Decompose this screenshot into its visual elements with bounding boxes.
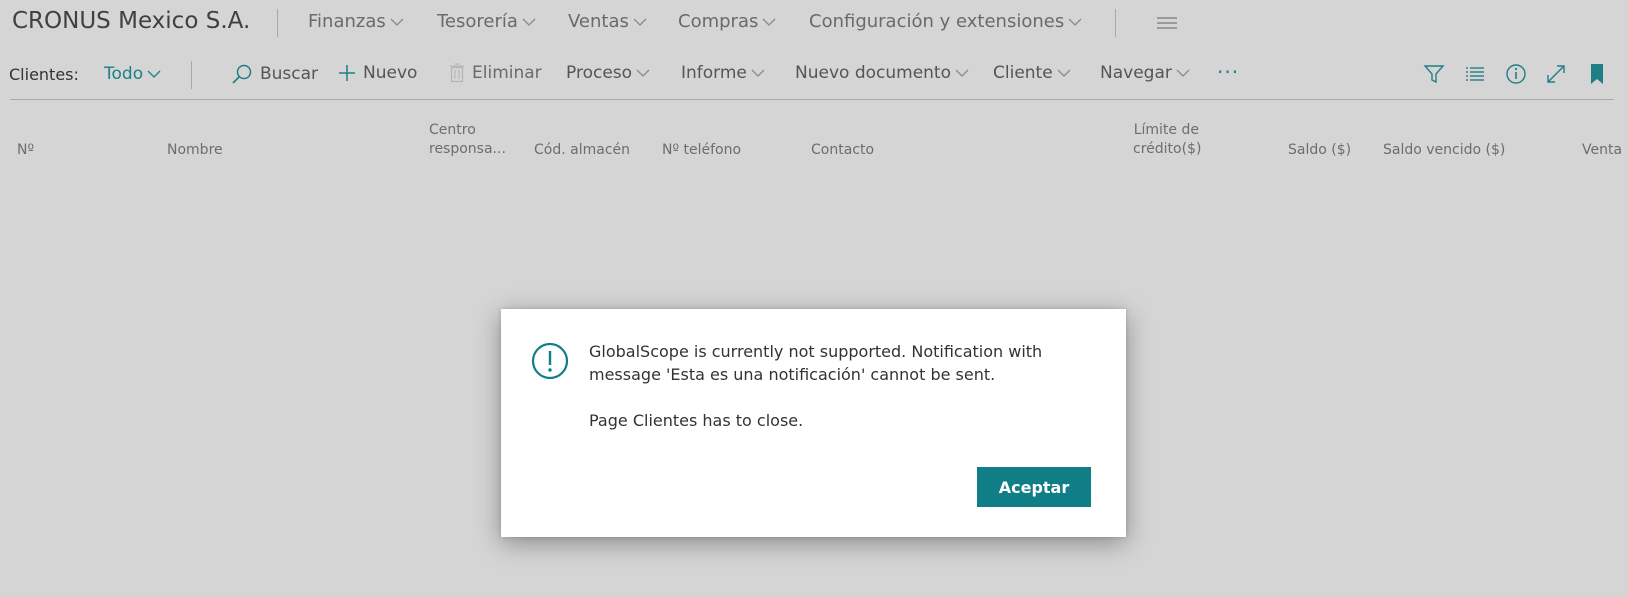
page-label: Clientes: [9,65,79,84]
menu-label: Nuevo documento [795,63,951,83]
company-name[interactable]: CRONUS Mexico S.A. [12,8,250,34]
nav-configuracion[interactable]: Configuración y extensiones [809,11,1083,32]
column-header-line: crédito($) [1133,141,1202,157]
dialog-message-close: Page Clientes has to close. [589,411,804,430]
nav-ventas[interactable]: Ventas [568,11,648,32]
chevron-down-icon [1176,69,1190,77]
nav-label: Finanzas [308,11,386,32]
column-header-balance[interactable]: Saldo ($) [1288,141,1351,160]
column-header-credit-limit[interactable]: Límite de crédito($) [1133,121,1202,159]
search-label: Buscar [260,64,319,84]
info-icon[interactable] [1505,63,1527,85]
column-header-line: Centro [429,122,476,138]
column-header-contact[interactable]: Contacto [811,141,874,160]
column-header-line: Límite de [1133,122,1199,138]
new-button[interactable]: Nuevo [338,63,417,83]
list-view-icon[interactable] [1464,63,1486,85]
hamburger-menu-icon[interactable] [1156,16,1178,30]
chevron-down-icon [762,18,776,26]
chevron-down-icon [522,18,536,26]
trash-icon [450,63,464,83]
exclamation-icon [531,342,569,380]
nav-label: Ventas [568,11,629,32]
action-bar-divider [10,99,1614,100]
delete-button[interactable]: Eliminar [449,63,542,83]
divider [191,61,192,89]
chevron-down-icon [1057,69,1071,77]
filter-icon[interactable] [1423,63,1445,85]
menu-proceso[interactable]: Proceso [566,63,651,83]
accept-button[interactable]: Aceptar [977,467,1091,507]
menu-label: Informe [681,63,747,83]
view-selector[interactable]: Todo [104,64,162,84]
nav-label: Tesorería [437,11,518,32]
menu-label: Cliente [993,63,1053,83]
nav-tesoreria[interactable]: Tesorería [437,11,537,32]
chevron-down-icon [147,70,161,78]
nav-finanzas[interactable]: Finanzas [308,11,405,32]
search-icon [232,64,252,84]
delete-label: Eliminar [472,63,542,83]
nav-label: Compras [678,11,759,32]
nav-compras[interactable]: Compras [678,11,777,32]
column-header-overdue[interactable]: Saldo vencido ($) [1383,141,1505,160]
app-bar: CRONUS Mexico S.A. Finanzas Tesorería Ve… [0,0,1628,46]
search-button[interactable]: Buscar [231,63,318,85]
view-label: Todo [104,64,144,84]
chevron-down-icon [636,69,650,77]
plus-icon [339,65,355,81]
column-header-phone[interactable]: Nº teléfono [662,141,741,160]
menu-informe[interactable]: Informe [681,63,766,83]
menu-label: Navegar [1100,63,1172,83]
column-header-center[interactable]: Centro responsa... [429,121,506,159]
menu-cliente[interactable]: Cliente [993,63,1072,83]
notification-dialog: GlobalScope is currently not supported. … [501,309,1126,537]
bookmark-icon[interactable] [1586,63,1608,85]
new-label: Nuevo [363,63,418,83]
chevron-down-icon [1068,18,1082,26]
chevron-down-icon [633,18,647,26]
chevron-down-icon [955,69,969,77]
column-header-name[interactable]: Nombre [167,141,223,160]
column-header-no[interactable]: Nº [17,141,34,160]
divider [1115,9,1116,37]
divider [277,9,278,37]
menu-nuevo-documento[interactable]: Nuevo documento [795,63,970,83]
more-options-button[interactable]: ··· [1217,60,1239,84]
dialog-message: GlobalScope is currently not supported. … [589,342,1043,384]
expand-icon[interactable] [1545,63,1567,85]
chevron-down-icon [390,18,404,26]
column-header-warehouse[interactable]: Cód. almacén [534,141,630,160]
menu-label: Proceso [566,63,633,83]
chevron-down-icon [751,69,765,77]
nav-label: Configuración y extensiones [809,11,1065,32]
column-header-line: responsa... [429,141,506,157]
column-header-sales[interactable]: Venta [1582,141,1622,160]
menu-navegar[interactable]: Navegar [1100,63,1191,83]
